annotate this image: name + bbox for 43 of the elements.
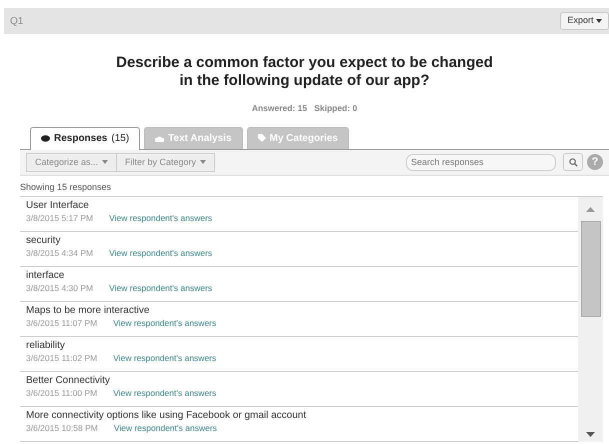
scrollbar[interactable] <box>578 197 603 442</box>
tab[interactable]: Responses (15) <box>30 126 140 150</box>
response-time: 3/8/2015 5:17 PM <box>26 212 94 224</box>
answered-count: Answered: 15 <box>252 103 308 113</box>
search-button[interactable] <box>563 153 583 172</box>
respondent-link[interactable]: View respondent's answers <box>109 282 212 294</box>
categorize-dropdown[interactable]: Categorize as... <box>26 152 118 172</box>
response-time: 3/6/2015 10:58 PM <box>26 422 98 434</box>
response-time: 3/6/2015 11:02 PM <box>26 352 98 364</box>
response-time: 3/8/2015 4:34 PM <box>26 248 94 259</box>
response-text: Better Connectivity <box>26 375 111 388</box>
response-text: User Interface <box>26 200 90 213</box>
response-time: 3/6/2015 11:07 PM <box>26 318 98 329</box>
respondent-link[interactable]: View respondent's answers <box>114 422 217 434</box>
search-field[interactable]: Search responses <box>406 154 556 171</box>
question-number: Q1 <box>10 14 24 28</box>
caret-icon <box>102 160 108 164</box>
response-text: security <box>26 235 62 248</box>
tag-icon <box>258 134 266 142</box>
filter-dropdown[interactable]: Filter by Category <box>117 152 216 172</box>
help-icon[interactable]: ? <box>587 154 603 170</box>
response-text: reliability <box>26 340 66 353</box>
scroll-up-icon[interactable] <box>586 207 595 212</box>
scroll-thumb[interactable] <box>581 221 601 318</box>
cloud-icon <box>155 134 164 142</box>
respondent-link[interactable]: View respondent's answers <box>113 388 216 399</box>
caret-icon <box>596 18 602 23</box>
scroll-down-icon[interactable] <box>586 432 595 438</box>
respondent-link[interactable]: View respondent's answers <box>113 352 216 364</box>
skipped-count: Skipped: 0 <box>314 103 358 113</box>
response-text: More connectivity options like using Facebook or gmail account <box>26 410 308 423</box>
respondent-link[interactable]: View respondent's answers <box>109 248 212 259</box>
response-text: interface <box>26 270 66 283</box>
question-title: Describe a common factor you expect to be changed in the following update of our app? <box>115 54 494 90</box>
search-icon <box>568 158 578 167</box>
export-button[interactable]: Export <box>560 12 609 30</box>
response-time: 3/6/2015 11:00 PM <box>26 388 98 399</box>
respondent-link[interactable]: View respondent's answers <box>109 212 212 224</box>
response-count: Showing 15 responses <box>20 180 112 194</box>
response-time: 3/8/2015 4:30 PM <box>26 282 94 294</box>
respondent-link[interactable]: View respondent's answers <box>113 318 216 329</box>
response-text: Maps to be more interactive <box>26 305 150 318</box>
caret-icon <box>200 160 206 164</box>
